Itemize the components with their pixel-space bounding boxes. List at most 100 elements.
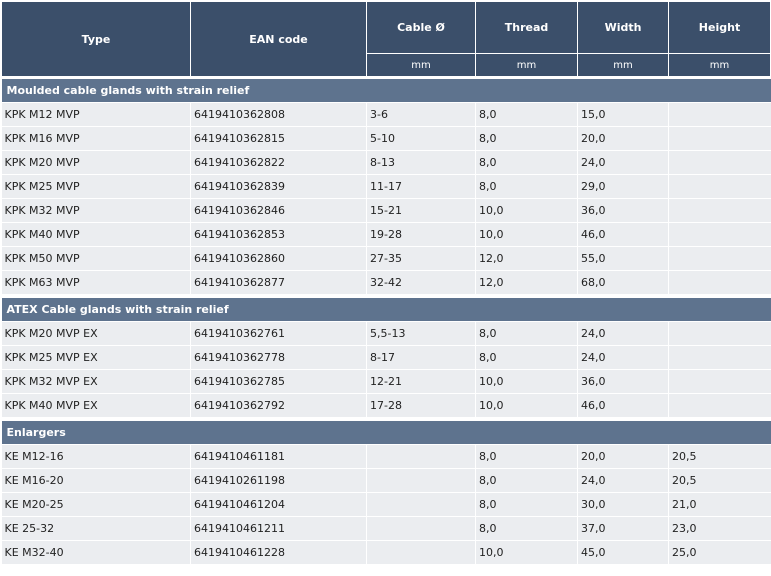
- width-cell: 15,0: [577, 102, 669, 127]
- width-cell: 68,0: [577, 270, 669, 297]
- table-row: KPK M32 MVP EX 6419410362785 12-21 10,0 36,0: [1, 369, 771, 394]
- width-cell: 36,0: [577, 369, 669, 394]
- group-header: ATEX Cable glands with strain relief: [1, 294, 771, 322]
- ean-cell: 6419410362761: [190, 321, 367, 346]
- thread-cell: 8,0: [475, 516, 578, 541]
- type-cell: KPK M20 MVP: [1, 150, 191, 175]
- type-cell: KPK M40 MVP EX: [1, 393, 191, 420]
- ean-cell: 6419410362808: [190, 102, 367, 127]
- ean-cell: 6419410461181: [190, 444, 367, 469]
- group-header: Enlargers: [1, 417, 771, 445]
- table-row: KPK M25 MVP 6419410362839 11-17 8,0 29,0: [1, 174, 771, 199]
- height-cell: [668, 345, 771, 370]
- thread-cell: 8,0: [475, 321, 578, 346]
- width-cell: 20,0: [577, 126, 669, 151]
- width-cell: 55,0: [577, 246, 669, 271]
- cable-cell: 32-42: [366, 270, 476, 297]
- type-cell: KPK M16 MVP: [1, 126, 191, 151]
- table-row: KPK M16 MVP 6419410362815 5-10 8,0 20,0: [1, 126, 771, 151]
- type-cell: KE M16-20: [1, 468, 191, 493]
- height-cell: [668, 222, 771, 247]
- type-cell: KPK M25 MVP: [1, 174, 191, 199]
- table-row: KPK M20 MVP 6419410362822 8-13 8,0 24,0: [1, 150, 771, 175]
- group-title: Enlargers: [1, 417, 771, 445]
- height-cell: [668, 270, 771, 297]
- thread-cell: 12,0: [475, 246, 578, 271]
- unit-width: mm: [577, 53, 669, 78]
- height-cell: 20,5: [668, 468, 771, 493]
- ean-cell: 6419410461204: [190, 492, 367, 517]
- height-cell: [668, 393, 771, 420]
- cable-cell: 3-6: [366, 102, 476, 127]
- thread-cell: 8,0: [475, 468, 578, 493]
- header-height: Height: [668, 1, 771, 54]
- unit-thread: mm: [475, 53, 578, 78]
- table-row: KPK M50 MVP 6419410362860 27-35 12,0 55,0: [1, 246, 771, 271]
- width-cell: 37,0: [577, 516, 669, 541]
- type-cell: KE 25-32: [1, 516, 191, 541]
- header-type: Type: [1, 1, 191, 78]
- table-row: KE M20-25 6419410461204 8,0 30,0 21,0: [1, 492, 771, 517]
- type-cell: KE M12-16: [1, 444, 191, 469]
- height-cell: [668, 321, 771, 346]
- height-cell: [668, 126, 771, 151]
- ean-cell: 6419410461211: [190, 516, 367, 541]
- height-cell: [668, 150, 771, 175]
- height-cell: 21,0: [668, 492, 771, 517]
- unit-cable: mm: [366, 53, 476, 78]
- table-header: Type EAN code Cable Ø Thread Width Heigh…: [1, 1, 771, 78]
- width-cell: 20,0: [577, 444, 669, 469]
- group-title: Moulded cable glands with strain relief: [1, 76, 771, 103]
- cable-cell: 5-10: [366, 126, 476, 151]
- cable-cell: 27-35: [366, 246, 476, 271]
- ean-cell: 6419410261198: [190, 468, 367, 493]
- table-row: KE M16-20 6419410261198 8,0 24,0 20,5: [1, 468, 771, 493]
- cable-cell: [366, 492, 476, 517]
- height-cell: 25,0: [668, 540, 771, 565]
- thread-cell: 10,0: [475, 198, 578, 223]
- cable-cell: [366, 516, 476, 541]
- height-cell: [668, 174, 771, 199]
- type-cell: KPK M25 MVP EX: [1, 345, 191, 370]
- product-table: Type EAN code Cable Ø Thread Width Heigh…: [1, 1, 771, 565]
- table-row: KPK M40 MVP 6419410362853 19-28 10,0 46,0: [1, 222, 771, 247]
- thread-cell: 8,0: [475, 126, 578, 151]
- header-thread: Thread: [475, 1, 578, 54]
- table-row: KPK M12 MVP 6419410362808 3-6 8,0 15,0: [1, 102, 771, 127]
- cable-cell: 11-17: [366, 174, 476, 199]
- table-row: KPK M40 MVP EX 6419410362792 17-28 10,0 46,0: [1, 393, 771, 420]
- type-cell: KPK M50 MVP: [1, 246, 191, 271]
- type-cell: KE M20-25: [1, 492, 191, 517]
- width-cell: 46,0: [577, 222, 669, 247]
- ean-cell: 6419410362853: [190, 222, 367, 247]
- table-row: KPK M32 MVP 6419410362846 15-21 10,0 36,0: [1, 198, 771, 223]
- width-cell: 36,0: [577, 198, 669, 223]
- height-cell: [668, 198, 771, 223]
- thread-cell: 8,0: [475, 102, 578, 127]
- thread-cell: 8,0: [475, 444, 578, 469]
- ean-cell: 6419410362778: [190, 345, 367, 370]
- width-cell: 45,0: [577, 540, 669, 565]
- height-cell: 20,5: [668, 444, 771, 469]
- type-cell: KPK M32 MVP EX: [1, 369, 191, 394]
- thread-cell: 10,0: [475, 393, 578, 420]
- thread-cell: 10,0: [475, 540, 578, 565]
- ean-cell: 6419410362846: [190, 198, 367, 223]
- table-body: Moulded cable glands with strain relief K…: [1, 76, 771, 565]
- width-cell: 24,0: [577, 321, 669, 346]
- thread-cell: 8,0: [475, 492, 578, 517]
- table-row: KE M12-16 6419410461181 8,0 20,0 20,5: [1, 444, 771, 469]
- width-cell: 24,0: [577, 150, 669, 175]
- thread-cell: 8,0: [475, 174, 578, 199]
- group-header: Moulded cable glands with strain relief: [1, 76, 771, 103]
- cable-cell: 19-28: [366, 222, 476, 247]
- header-width: Width: [577, 1, 669, 54]
- height-cell: [668, 102, 771, 127]
- ean-cell: 6419410362815: [190, 126, 367, 151]
- header-ean-code: EAN code: [190, 1, 367, 78]
- cable-cell: 5,5-13: [366, 321, 476, 346]
- type-cell: KPK M20 MVP EX: [1, 321, 191, 346]
- thread-cell: 10,0: [475, 369, 578, 394]
- ean-cell: 6419410362792: [190, 393, 367, 420]
- table-row: KPK M63 MVP 6419410362877 32-42 12,0 68,0: [1, 270, 771, 297]
